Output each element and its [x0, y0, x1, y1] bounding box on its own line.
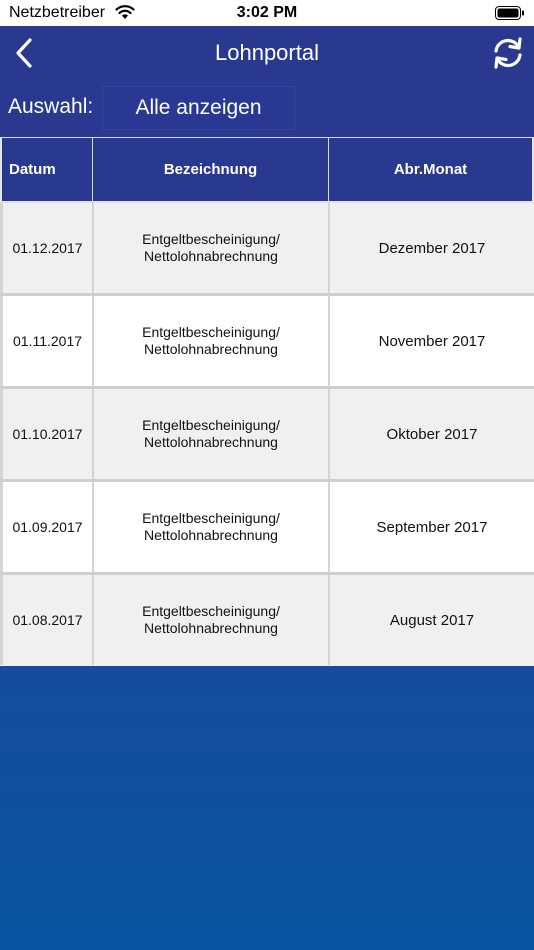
cell-month: Oktober 2017: [386, 425, 478, 443]
cell-month: November 2017: [378, 332, 486, 350]
table-row[interactable]: 01.12.2017 Entgeltbescheinigung/ Nettolo…: [0, 203, 534, 296]
table-row[interactable]: 01.10.2017 Entgeltbescheinigung/ Nettolo…: [0, 389, 534, 482]
cell-description: Entgeltbescheinigung/ Nettolohnabrechnun…: [94, 389, 330, 479]
cell-date: 01.09.2017: [0, 482, 94, 572]
cell-description: Entgeltbescheinigung/ Nettolohnabrechnun…: [94, 203, 330, 293]
filter-select[interactable]: Alle anzeigen: [102, 86, 295, 130]
header-month: Abr.Monat: [329, 138, 534, 202]
header-date: Datum: [0, 138, 93, 202]
description-line-2: Nettolohnabrechnung: [144, 341, 278, 357]
page-title: Lohnportal: [215, 40, 319, 65]
description-line-2: Nettolohnabrechnung: [144, 620, 278, 636]
refresh-button[interactable]: [491, 35, 525, 71]
description-line-1: Entgeltbescheinigung/: [142, 231, 280, 247]
cell-month: August 2017: [389, 611, 475, 629]
description-line-1: Entgeltbescheinigung/: [142, 603, 280, 619]
table-row[interactable]: 01.08.2017 Entgeltbescheinigung/ Nettolo…: [0, 575, 534, 666]
cell-description: Entgeltbescheinigung/ Nettolohnabrechnun…: [94, 296, 330, 386]
refresh-icon: [494, 37, 522, 69]
filter-label: Auswahl:: [8, 95, 94, 118]
cell-month: September 2017: [376, 518, 488, 536]
description-line-1: Entgeltbescheinigung/: [142, 324, 280, 340]
header-description: Bezeichnung: [93, 138, 329, 202]
cell-date: 01.08.2017: [0, 575, 94, 665]
cell-date: 01.12.2017: [0, 203, 94, 293]
payroll-table: Datum Bezeichnung Abr.Monat 01.12.2017 E…: [0, 137, 534, 666]
table-row[interactable]: 01.09.2017 Entgeltbescheinigung/ Nettolo…: [0, 482, 534, 575]
cell-date: 01.10.2017: [0, 389, 94, 479]
description-line-2: Nettolohnabrechnung: [144, 248, 278, 264]
table-row[interactable]: 01.11.2017 Entgeltbescheinigung/ Nettolo…: [0, 296, 534, 389]
description-line-2: Nettolohnabrechnung: [144, 527, 278, 543]
cell-description: Entgeltbescheinigung/ Nettolohnabrechnun…: [94, 575, 330, 665]
description-line-2: Nettolohnabrechnung: [144, 434, 278, 450]
cell-month: Dezember 2017: [378, 239, 486, 257]
table-header: Datum Bezeichnung Abr.Monat: [0, 137, 534, 203]
filter-bar: Auswahl: Alle anzeigen: [0, 80, 534, 137]
status-bar: Netzbetreiber 3:02 PM: [0, 0, 534, 26]
description-line-1: Entgeltbescheinigung/: [142, 510, 280, 526]
cell-description: Entgeltbescheinigung/ Nettolohnabrechnun…: [94, 482, 330, 572]
status-time: 3:02 PM: [236, 4, 298, 21]
battery-icon: [495, 6, 524, 20]
description-line-1: Entgeltbescheinigung/: [142, 417, 280, 433]
cell-date: 01.11.2017: [0, 296, 94, 386]
nav-bar: Lohnportal: [0, 26, 534, 80]
